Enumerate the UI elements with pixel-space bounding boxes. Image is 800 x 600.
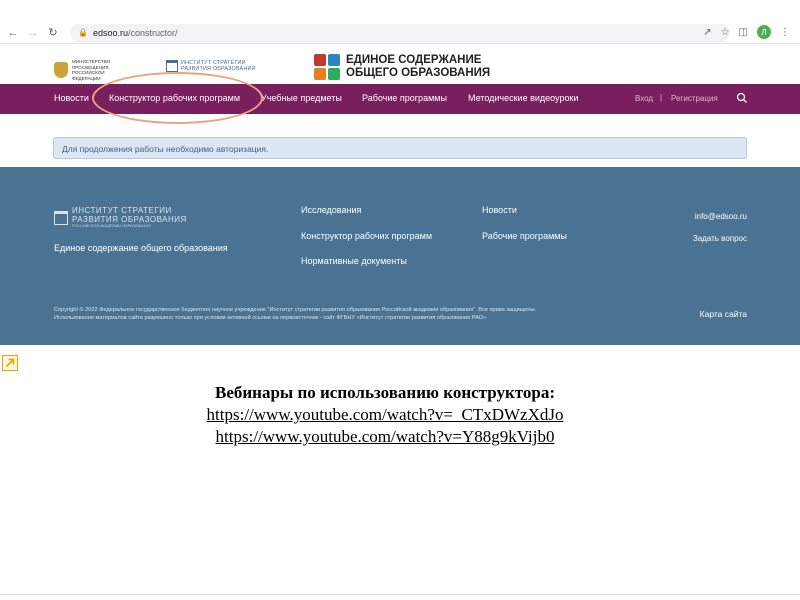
brand-tile-icon [314, 54, 326, 66]
arrow-icon [5, 358, 15, 368]
sidebar-icon[interactable]: ◫ [739, 27, 748, 38]
footer-ask-question[interactable]: Задать вопрос [693, 234, 747, 243]
columns-icon [166, 60, 178, 73]
footer-logo-text: ИНСТИТУТ СТРАТЕГИИ РАЗВИТИЯ ОБРАЗОВАНИЯ … [72, 206, 197, 229]
browser-toolbar: ← → ↻ 🔒 edsoo.ru/constructor/ ↗ ☆ ◫ Л ⋮ [0, 22, 800, 44]
avatar[interactable]: Л [757, 25, 771, 39]
nav-item-videolessons[interactable]: Методические видеоуроки [468, 93, 578, 103]
address-bar[interactable]: 🔒 edsoo.ru/constructor/ [70, 23, 730, 42]
brand-line1: ЕДИНОЕ СОДЕРЖАНИЕ [346, 54, 482, 66]
footer-link-programs[interactable]: Рабочие программы [482, 231, 567, 241]
institute-logo-text: ИНСТИТУТ СТРАТЕГИИ РАЗВИТИЯ ОБРАЗОВАНИЯ [181, 60, 256, 73]
columns-icon [54, 211, 68, 225]
ministry-logo-text: МИНИСТЕРСТВО ПРОСВЕЩЕНИЯ РОССИЙСКОЙ ФЕДЕ… [72, 59, 111, 81]
copyright-line1: Copyright © 2022 Федеральное государстве… [54, 307, 537, 313]
brand-tile-icon [314, 68, 326, 80]
footer-sitemap[interactable]: Карта сайта [700, 309, 747, 319]
footer-logo-line3: РОССИЙСКОЙ АКАДЕМИИ ОБРАЗОВАНИЯ [72, 224, 151, 228]
site-footer: ИНСТИТУТ СТРАТЕГИИ РАЗВИТИЯ ОБРАЗОВАНИЯ … [0, 167, 800, 345]
login-link[interactable]: Вход [635, 94, 653, 103]
copyright-line2: Использование материалов сайта разрешено… [54, 315, 487, 321]
menu-dots-icon[interactable]: ⋮ [780, 27, 790, 38]
auth-notice: Для продолжения работы необходимо автори… [53, 137, 747, 159]
brand-logo[interactable]: ЕДИНОЕ СОДЕРЖАНИЕ ОБЩЕГО ОБРАЗОВАНИЯ [314, 54, 490, 80]
share-icon[interactable]: ↗ [703, 27, 711, 38]
footer-logo[interactable]: ИНСТИТУТ СТРАТЕГИИ РАЗВИТИЯ ОБРАЗОВАНИЯ … [54, 206, 197, 229]
footer-link-constructor[interactable]: Конструктор рабочих программ [301, 231, 432, 241]
brand-tile-icon [328, 54, 340, 66]
brand-grid-icon [314, 54, 340, 80]
brand-tile-icon [328, 68, 340, 80]
lock-icon: 🔒 [78, 28, 88, 37]
nav-item-subjects[interactable]: Учебные предметы [261, 93, 342, 103]
url-path: /constructor/ [128, 27, 178, 38]
slide: ← → ↻ 🔒 edsoo.ru/constructor/ ↗ ☆ ◫ Л ⋮ … [0, 0, 800, 600]
emblem-icon [54, 62, 68, 78]
footer-link-normative[interactable]: Нормативные документы [301, 256, 407, 266]
forward-arrow-icon[interactable]: → [26, 26, 40, 40]
webinar-link-1[interactable]: https://www.youtube.com/watch?v=_CTxDWzX… [0, 404, 770, 426]
divider [0, 594, 800, 595]
site-header: МИНИСТЕРСТВО ПРОСВЕЩЕНИЯ РОССИЙСКОЙ ФЕДЕ… [0, 50, 800, 84]
footer-site-name: Единое содержание общего образования [54, 243, 228, 253]
jump-arrow-icon[interactable] [2, 355, 18, 371]
nav-item-news[interactable]: Новости [54, 93, 89, 103]
brand-title: ЕДИНОЕ СОДЕРЖАНИЕ ОБЩЕГО ОБРАЗОВАНИЯ [346, 54, 490, 80]
webinar-link-2[interactable]: https://www.youtube.com/watch?v=Y88g9kVi… [0, 426, 770, 448]
toolbar-icons: ↗ ☆ ◫ Л ⋮ [703, 25, 790, 39]
footer-link-research[interactable]: Исследования [301, 205, 361, 215]
ministry-logo[interactable]: МИНИСТЕРСТВО ПРОСВЕЩЕНИЯ РОССИЙСКОЙ ФЕДЕ… [54, 59, 134, 81]
search-icon[interactable] [736, 92, 748, 104]
back-arrow-icon[interactable]: ← [6, 26, 20, 40]
footer-link-news[interactable]: Новости [482, 205, 517, 215]
register-link[interactable]: Регистрация [671, 94, 718, 103]
url-domain: edsoo.ru [92, 27, 128, 38]
main-nav: Новости Конструктор рабочих программ Уче… [0, 84, 800, 114]
webinar-title: Вебинары по использованию конструктора: [215, 383, 555, 402]
nav-separator: | [660, 93, 663, 102]
institute-logo[interactable]: ИНСТИТУТ СТРАТЕГИИ РАЗВИТИЯ ОБРАЗОВАНИЯ [166, 60, 271, 73]
reload-icon[interactable]: ↻ [46, 26, 60, 40]
footer-logo-line2: РАЗВИТИЯ ОБРАЗОВАНИЯ [72, 214, 187, 224]
footer-email[interactable]: info@edsoo.ru [695, 212, 747, 221]
brand-line2: ОБЩЕГО ОБРАЗОВАНИЯ [346, 67, 491, 79]
nav-item-constructor[interactable]: Конструктор рабочих программ [109, 93, 240, 103]
star-icon[interactable]: ☆ [721, 27, 730, 38]
footer-copyright: Copyright © 2022 Федеральное государстве… [54, 306, 614, 322]
nav-item-programs[interactable]: Рабочие программы [362, 93, 447, 103]
webinar-block: Вебинары по использованию конструктора: … [0, 382, 770, 448]
